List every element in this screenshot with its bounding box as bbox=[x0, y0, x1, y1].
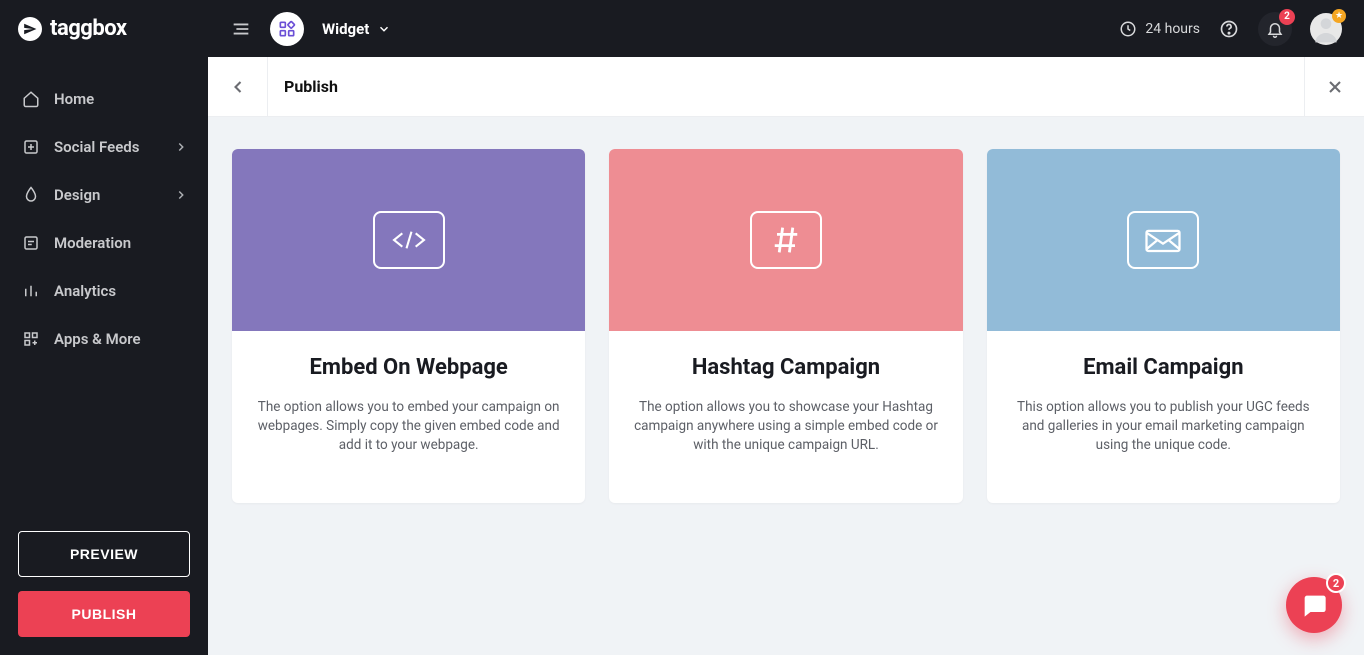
page-title: Publish bbox=[268, 77, 1304, 96]
time-chip-label: 24 hours bbox=[1145, 21, 1200, 37]
chevron-right-icon bbox=[174, 140, 188, 154]
preview-button[interactable]: PREVIEW bbox=[18, 531, 190, 577]
widget-app-icon bbox=[270, 12, 304, 46]
sidebar-item-label: Apps & More bbox=[54, 330, 141, 348]
card-body: Email Campaign This option allows you to… bbox=[987, 331, 1340, 455]
sidebar-item-label: Design bbox=[54, 186, 100, 204]
content: Embed On Webpage The option allows you t… bbox=[208, 117, 1364, 655]
home-icon bbox=[22, 90, 40, 108]
sidebar-item-social-feeds[interactable]: Social Feeds bbox=[0, 123, 208, 171]
drop-icon bbox=[22, 186, 40, 204]
page-header: Publish bbox=[208, 57, 1364, 117]
sidebar-item-analytics[interactable]: Analytics bbox=[0, 267, 208, 315]
card-desc: The option allows you to showcase your H… bbox=[631, 398, 940, 455]
chevron-left-icon bbox=[228, 77, 248, 97]
sidebar: taggbox Home Social Feeds Design bbox=[0, 0, 208, 655]
card-hero bbox=[987, 149, 1340, 331]
notification-badge: 2 bbox=[1279, 9, 1295, 25]
sidebar-item-label: Analytics bbox=[54, 282, 116, 300]
back-button[interactable] bbox=[208, 57, 268, 116]
sidebar-item-design[interactable]: Design bbox=[0, 171, 208, 219]
card-body: Embed On Webpage The option allows you t… bbox=[232, 331, 585, 455]
nav: Home Social Feeds Design Moderation bbox=[0, 57, 208, 513]
close-button[interactable] bbox=[1304, 57, 1364, 116]
apps-icon bbox=[22, 330, 40, 348]
widget-dropdown-label: Widget bbox=[322, 20, 369, 38]
feed-icon bbox=[22, 138, 40, 156]
clock-icon bbox=[1119, 20, 1137, 38]
card-email-campaign[interactable]: Email Campaign This option allows you to… bbox=[987, 149, 1340, 503]
card-title: Embed On Webpage bbox=[254, 355, 563, 380]
sidebar-item-label: Social Feeds bbox=[54, 138, 139, 156]
logo[interactable]: taggbox bbox=[0, 0, 208, 57]
sidebar-item-label: Moderation bbox=[54, 234, 131, 252]
avatar-star-icon: ★ bbox=[1332, 9, 1346, 23]
close-icon bbox=[1325, 77, 1345, 97]
card-body: Hashtag Campaign The option allows you t… bbox=[609, 331, 962, 455]
sidebar-actions: PREVIEW PUBLISH bbox=[0, 513, 208, 655]
chat-button[interactable]: 2 bbox=[1286, 577, 1342, 633]
moderation-icon bbox=[22, 234, 40, 252]
widget-dropdown[interactable]: Widget bbox=[322, 20, 391, 38]
hash-icon bbox=[750, 211, 822, 269]
chevron-down-icon bbox=[377, 22, 391, 36]
card-hero bbox=[232, 149, 585, 331]
mail-icon bbox=[1127, 211, 1199, 269]
logo-icon bbox=[18, 17, 42, 41]
card-hero bbox=[609, 149, 962, 331]
menu-toggle-icon[interactable] bbox=[230, 18, 252, 40]
card-desc: The option allows you to embed your camp… bbox=[254, 398, 563, 455]
card-title: Email Campaign bbox=[1009, 355, 1318, 380]
code-icon bbox=[373, 211, 445, 269]
notifications-button[interactable]: 2 bbox=[1258, 12, 1292, 46]
time-chip[interactable]: 24 hours bbox=[1119, 20, 1200, 38]
card-desc: This option allows you to publish your U… bbox=[1009, 398, 1318, 455]
publish-button[interactable]: PUBLISH bbox=[18, 591, 190, 637]
analytics-icon bbox=[22, 282, 40, 300]
sidebar-item-home[interactable]: Home bbox=[0, 75, 208, 123]
topbar: Widget 24 hours 2 ★ bbox=[208, 0, 1364, 57]
card-hashtag-campaign[interactable]: Hashtag Campaign The option allows you t… bbox=[609, 149, 962, 503]
card-embed-webpage[interactable]: Embed On Webpage The option allows you t… bbox=[232, 149, 585, 503]
sidebar-item-label: Home bbox=[54, 90, 94, 108]
help-icon[interactable] bbox=[1218, 18, 1240, 40]
avatar[interactable]: ★ bbox=[1310, 13, 1342, 45]
logo-text: taggbox bbox=[50, 16, 127, 41]
sidebar-item-moderation[interactable]: Moderation bbox=[0, 219, 208, 267]
chat-badge: 2 bbox=[1326, 573, 1346, 593]
chevron-right-icon bbox=[174, 188, 188, 202]
sidebar-item-apps-more[interactable]: Apps & More bbox=[0, 315, 208, 363]
chat-icon bbox=[1300, 591, 1328, 619]
card-title: Hashtag Campaign bbox=[631, 355, 940, 380]
